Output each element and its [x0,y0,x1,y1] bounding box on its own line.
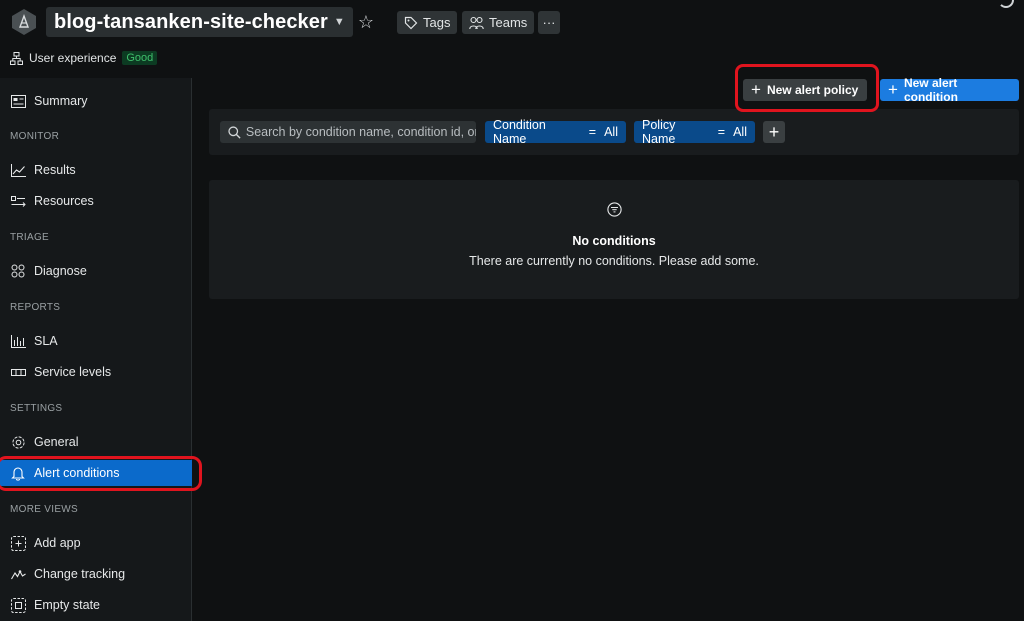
sidebar-item-label: Service levels [34,365,112,379]
sidebar-item-change-tracking[interactable]: Change tracking [0,561,192,587]
sidebar-item-summary[interactable]: Summary [0,88,192,114]
sidebar-item-label: Alert conditions [34,466,120,480]
condition-name-filter[interactable]: Condition Name = All [485,118,626,146]
teams-button[interactable]: Teams [462,11,535,34]
sidebar-item-label: SLA [34,334,58,348]
search-icon [228,125,241,139]
page-header: blog-tansanken-site-checker ▼ ☆ Tags Tea… [0,0,1024,78]
sidebar-item-general[interactable]: General [0,429,192,455]
search-box[interactable] [220,121,476,143]
sidebar-item-label: Diagnose [34,264,87,278]
resources-icon [10,193,26,209]
empty-state-icon [10,597,26,613]
entity-title-dropdown[interactable]: blog-tansanken-site-checker ▼ [46,7,353,37]
filter-operator: = [717,125,726,139]
bar-chart-icon [10,333,26,349]
sidebar-item-alert-conditions[interactable]: Alert conditions [0,460,192,486]
service-levels-icon [10,364,26,380]
empty-state-card: No conditions There are currently no con… [209,180,1019,299]
new-alert-condition-button[interactable]: + New alert condition [880,76,1019,104]
plus-icon: + [751,80,761,99]
filter-bar: Condition Name = All Policy Name = All + [209,109,1019,155]
line-chart-icon [10,162,26,178]
section-reports: REPORTS [10,302,61,313]
policy-name-filter[interactable]: Policy Name = All [634,118,755,146]
diagnose-icon [10,263,26,279]
teams-label: Teams [489,15,528,30]
filter-operator: = [588,125,597,139]
favorite-star-icon[interactable]: ☆ [356,11,376,33]
plus-icon: + [768,121,780,142]
sidebar-item-resources[interactable]: Resources [0,188,192,214]
teams-icon [469,16,484,29]
plus-icon: + [888,80,898,99]
empty-state-description: There are currently no conditions. Pleas… [469,254,759,268]
hierarchy-icon [10,51,23,65]
status-badge: Good [122,51,158,65]
tag-icon [404,16,418,29]
add-filter-button[interactable]: + [763,121,785,143]
section-monitor: MONITOR [10,131,60,142]
search-input[interactable] [245,125,476,139]
section-more-views: MORE VIEWS [10,504,79,515]
filter-value: All [604,125,618,139]
sidebar-item-label: Summary [34,94,88,108]
entity-hexagon-icon [10,8,38,36]
filter-circle-icon [607,202,622,217]
sidebar-item-empty-state[interactable]: Empty state [0,592,192,618]
sidebar-item-label: General [34,435,79,449]
new-alert-condition-label: New alert condition [903,76,958,104]
sidebar-item-service-levels[interactable]: Service levels [0,359,192,385]
tags-label: Tags [423,15,451,30]
ellipsis-icon: ··· [542,15,556,30]
sidebar-item-results[interactable]: Results [0,157,192,183]
new-alert-policy-label: New alert policy [766,83,859,97]
sidebar-item-label: Change tracking [34,567,126,581]
gear-icon [10,434,26,450]
filter-key: Condition Name [493,118,546,146]
user-experience-indicator: User experience Good [10,49,158,67]
summary-icon [10,93,26,109]
sidebar-item-label: Empty state [34,598,100,612]
add-app-icon [10,535,26,551]
sidebar-item-label: Resources [34,194,94,208]
tags-button[interactable]: Tags [397,11,458,34]
sidebar-item-label: Results [34,163,76,177]
empty-state-title: No conditions [572,234,656,248]
filter-value: All [733,125,747,139]
more-actions-button[interactable]: ··· [538,11,560,34]
new-alert-policy-button[interactable]: + New alert policy [743,79,867,101]
section-triage: TRIAGE [10,232,50,243]
help-icon[interactable] [998,0,1014,8]
change-tracking-icon [10,566,26,582]
page-title: blog-tansanken-site-checker [54,10,328,33]
ux-label: User experience [29,51,117,65]
sidebar-item-add-app[interactable]: Add app [0,530,192,556]
sidebar-item-label: Add app [34,536,81,550]
chevron-down-icon: ▼ [333,16,345,28]
sidebar: Summary MONITOR Results Resources TRIAGE… [0,78,192,621]
bell-icon [10,465,26,481]
sidebar-item-diagnose[interactable]: Diagnose [0,258,192,284]
sidebar-item-sla[interactable]: SLA [0,328,192,354]
section-settings: SETTINGS [10,403,63,414]
filter-key: Policy Name [642,118,676,146]
